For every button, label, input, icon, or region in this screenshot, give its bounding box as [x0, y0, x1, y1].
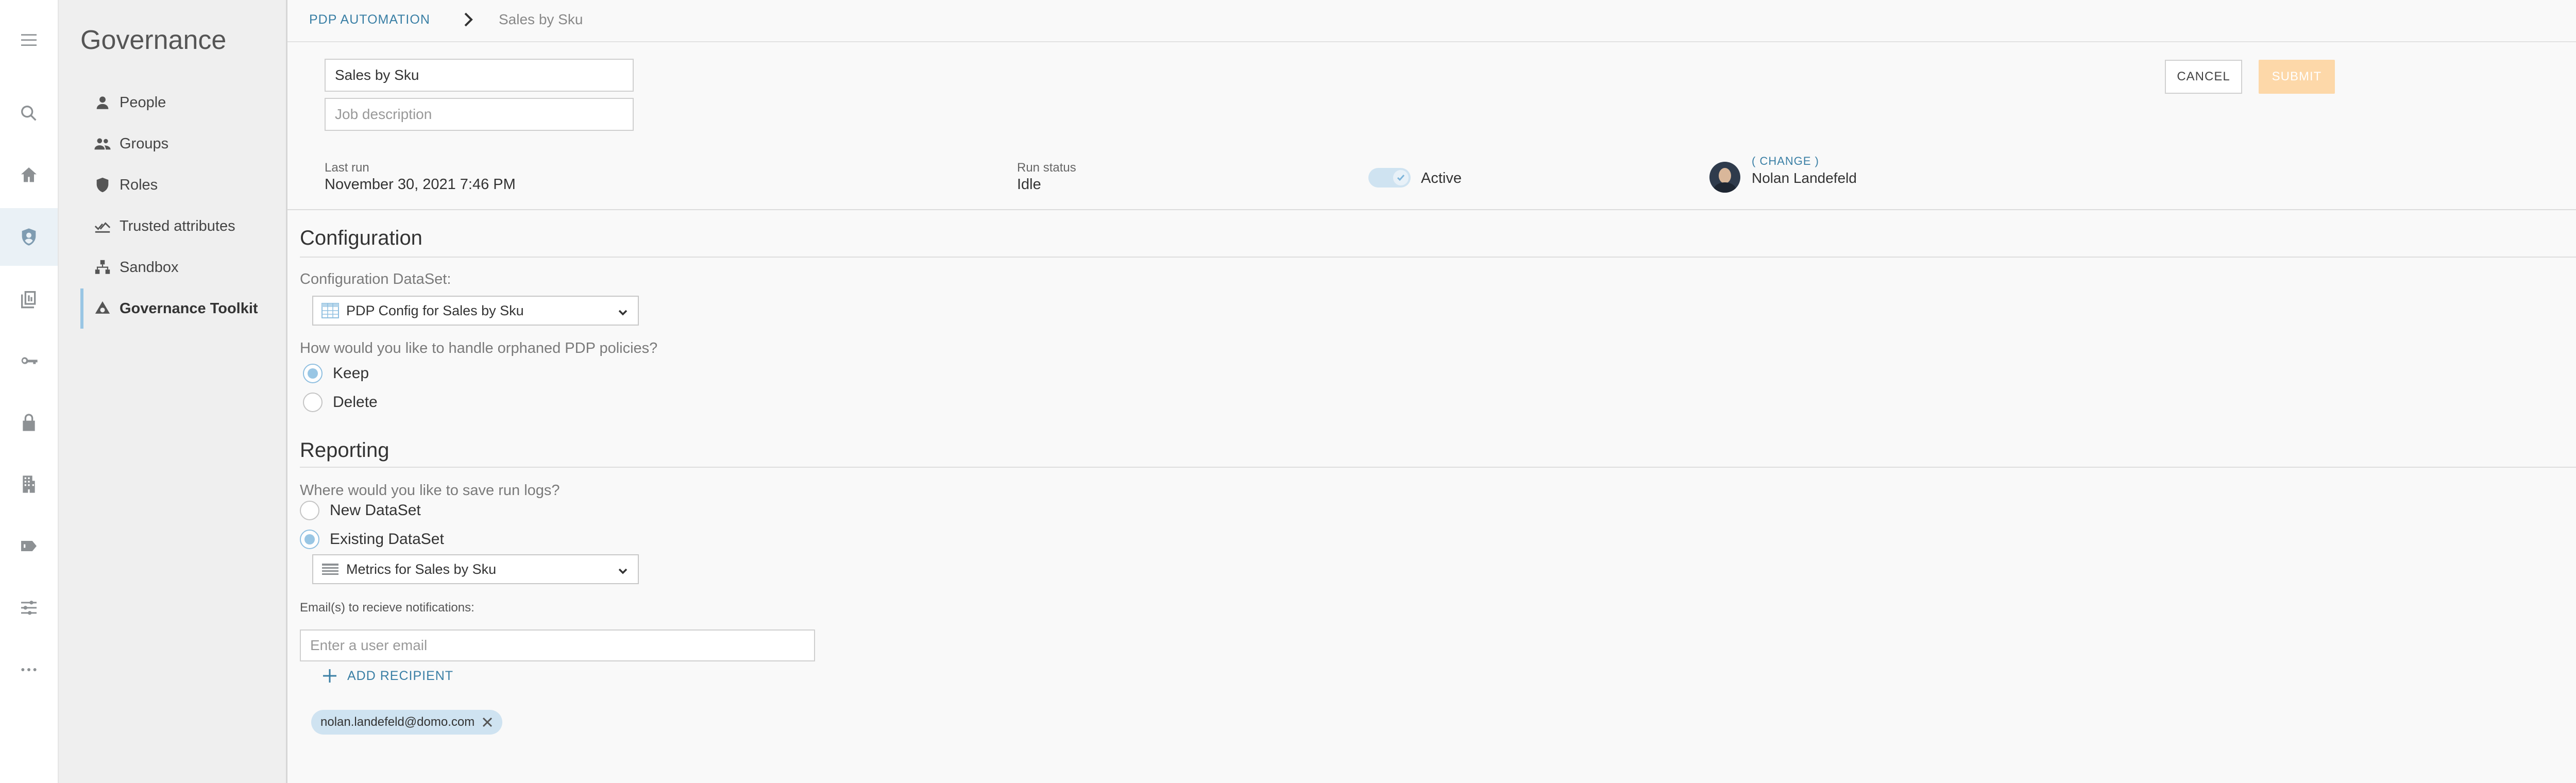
tag-icon[interactable]: [0, 517, 58, 575]
last-run-value: November 30, 2021 7:46 PM: [325, 176, 516, 193]
configuration-dataset-select[interactable]: PDP Config for Sales by Sku: [312, 296, 639, 326]
cancel-button[interactable]: CANCEL: [2165, 60, 2242, 94]
datasets-icon[interactable]: [0, 270, 58, 328]
sidebar-item-people[interactable]: People: [80, 82, 276, 123]
reporting-title: Reporting: [300, 439, 389, 462]
reporting-divider: [300, 467, 2576, 468]
sidebar-item-groups[interactable]: Groups: [80, 124, 276, 164]
governance-sidebar: Governance People Groups Roles Trusted a…: [59, 0, 287, 783]
last-run-label: Last run: [325, 161, 369, 175]
breadcrumb: PDP AUTOMATION Sales by Sku: [287, 0, 2576, 42]
add-recipient-label: ADD RECIPIENT: [347, 668, 454, 683]
configuration-dataset-value: PDP Config for Sales by Sku: [346, 302, 524, 318]
delete-radio-label: Delete: [333, 394, 378, 411]
breadcrumb-root-link[interactable]: PDP AUTOMATION: [309, 12, 430, 27]
sliders-icon[interactable]: [0, 579, 58, 637]
log-option-new-dataset[interactable]: New DataSet: [300, 501, 421, 520]
sidebar-title: Governance: [80, 25, 227, 55]
search-icon[interactable]: [0, 84, 58, 142]
active-toggle[interactable]: [1368, 168, 1411, 188]
active-label: Active: [1421, 170, 1462, 186]
home-icon[interactable]: [0, 146, 58, 204]
plus-icon: [323, 669, 336, 683]
sidebar-item-sandbox[interactable]: Sandbox: [80, 247, 276, 287]
sidebar-item-label: Roles: [120, 176, 158, 193]
reporting-dataset-value: Metrics for Sales by Sku: [346, 561, 497, 577]
chevron-down-icon: [617, 306, 629, 317]
existing-dataset-label: Existing DataSet: [330, 531, 444, 548]
run-logs-question: Where would you like to save run logs?: [300, 482, 560, 499]
run-status-label: Run status: [1017, 161, 1076, 175]
sandbox-icon: [94, 259, 111, 276]
delete-radio[interactable]: [303, 393, 323, 412]
configuration-dataset-label: Configuration DataSet:: [300, 271, 451, 287]
key-icon[interactable]: [0, 332, 58, 389]
email-notifications-label: Email(s) to recieve notifications:: [300, 601, 474, 615]
add-recipient-button[interactable]: ADD RECIPIENT: [321, 668, 453, 684]
chevron-down-icon: [617, 565, 629, 576]
sidebar-item-trusted-attributes[interactable]: Trusted attributes: [80, 206, 276, 246]
group-icon: [94, 135, 111, 152]
sidebar-item-label: Groups: [120, 135, 169, 152]
sidebar-item-label: Governance Toolkit: [120, 300, 258, 317]
icon-rail: [0, 0, 59, 783]
shield-icon: [94, 176, 111, 194]
menu-icon[interactable]: [0, 11, 58, 69]
submit-button[interactable]: SUBMIT: [2259, 60, 2335, 94]
orphan-option-delete[interactable]: Delete: [303, 393, 378, 412]
check-icon: [1392, 169, 1410, 186]
chevron-right-icon: [461, 9, 476, 30]
sidebar-item-label: People: [120, 94, 166, 111]
governance-shield-icon[interactable]: [0, 208, 58, 266]
more-icon[interactable]: [0, 641, 58, 699]
building-icon[interactable]: [0, 455, 58, 513]
dataset-list-icon: [321, 561, 339, 577]
new-dataset-radio[interactable]: [300, 501, 319, 520]
dataset-table-icon: [321, 303, 339, 318]
keep-radio[interactable]: [303, 364, 323, 383]
close-icon[interactable]: [481, 716, 494, 729]
trusted-attributes-icon: [94, 217, 111, 235]
reporting-dataset-select[interactable]: Metrics for Sales by Sku: [312, 554, 639, 584]
job-description-input[interactable]: [325, 98, 634, 131]
orphan-policy-question: How would you like to handle orphaned PD…: [300, 340, 658, 356]
change-owner-link[interactable]: ( CHANGE ): [1752, 155, 1819, 168]
sidebar-item-label: Trusted attributes: [120, 217, 235, 234]
header-divider: [287, 209, 2576, 210]
log-option-existing-dataset[interactable]: Existing DataSet: [300, 530, 444, 549]
breadcrumb-current: Sales by Sku: [499, 11, 583, 27]
keep-radio-label: Keep: [333, 365, 369, 382]
owner-avatar: [1709, 162, 1740, 193]
existing-dataset-radio[interactable]: [300, 530, 319, 549]
configuration-title: Configuration: [300, 227, 422, 249]
recipient-chip: nolan.landefeld@domo.com: [311, 710, 503, 735]
sidebar-item-governance-toolkit[interactable]: Governance Toolkit: [80, 288, 276, 329]
person-icon: [94, 94, 111, 111]
owner-name: Nolan Landefeld: [1752, 170, 1857, 186]
recipient-email: nolan.landefeld@domo.com: [320, 715, 475, 729]
configuration-divider: [300, 257, 2576, 258]
sidebar-item-roles[interactable]: Roles: [80, 165, 276, 205]
new-dataset-label: New DataSet: [330, 502, 421, 519]
orphan-option-keep[interactable]: Keep: [303, 364, 369, 383]
job-name-input[interactable]: [325, 59, 634, 92]
toolkit-icon: [94, 300, 111, 317]
user-email-input[interactable]: [300, 629, 815, 661]
lock-icon[interactable]: [0, 394, 58, 451]
run-status-value: Idle: [1017, 176, 1041, 193]
sidebar-item-label: Sandbox: [120, 259, 179, 276]
